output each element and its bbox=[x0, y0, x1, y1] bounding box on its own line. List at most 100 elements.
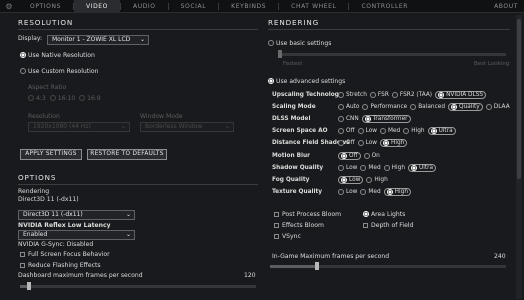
rendering-select[interactable]: Direct3D 11 (-dx11) ⌄ bbox=[18, 210, 135, 220]
radio-icon bbox=[338, 104, 344, 111]
radio-selected-icon bbox=[341, 176, 347, 183]
rendering-current: Direct3D 11 (-dx11) bbox=[18, 196, 79, 203]
setting-option[interactable]: High bbox=[383, 187, 411, 196]
aspect-16-9: 16:9 bbox=[87, 95, 101, 102]
radio-icon bbox=[357, 128, 364, 135]
setting-option[interactable]: CNN bbox=[338, 116, 359, 123]
radio-selected-icon bbox=[341, 152, 347, 159]
setting-option[interactable]: FSR2 (TAA) bbox=[391, 92, 432, 98]
setting-option[interactable]: Med bbox=[379, 128, 400, 135]
scrollbar[interactable] bbox=[516, 15, 522, 299]
setting-row: Texture Quality Low Med High bbox=[272, 187, 414, 196]
chevron-down-icon: ⌄ bbox=[224, 123, 230, 130]
setting-option[interactable]: Med bbox=[360, 188, 381, 195]
radio-icon bbox=[485, 104, 492, 111]
setting-option[interactable]: High bbox=[379, 139, 408, 148]
option-label: Ultra bbox=[419, 164, 434, 171]
ingame-fps-value: 240 bbox=[494, 253, 506, 260]
radio-icon bbox=[79, 95, 86, 101]
setting-option[interactable]: Auto bbox=[338, 104, 359, 111]
depth-of-field-checkbox[interactable]: Depth of Field bbox=[363, 222, 413, 229]
display-select[interactable]: Monitor 1 - ZOWIE XL LCD ⌄ bbox=[47, 35, 149, 45]
tab-about[interactable]: ABOUT bbox=[488, 0, 524, 13]
setting-option[interactable]: High bbox=[383, 164, 405, 171]
setting-option[interactable]: FSR bbox=[369, 92, 389, 98]
tab-chat-wheel[interactable]: CHAT WHEEL bbox=[279, 0, 348, 13]
setting-option[interactable]: Low bbox=[357, 128, 377, 135]
effects-bloom-checkbox[interactable]: Effects Bloom bbox=[274, 222, 324, 229]
setting-option[interactable]: Ultra bbox=[408, 163, 437, 172]
setting-option[interactable]: Quality bbox=[448, 103, 483, 112]
dashboard-fps-label: Dashboard maximum frames per second bbox=[18, 272, 143, 279]
setting-option[interactable]: DLAA bbox=[485, 104, 510, 111]
tab-controller[interactable]: CONTROLLER bbox=[349, 0, 420, 13]
ingame-fps-label: In-Game Maximum frames per second bbox=[272, 253, 390, 260]
option-label: Performance bbox=[370, 104, 408, 111]
full-screen-focus-checkbox[interactable]: Full Screen Focus Behavior bbox=[20, 251, 110, 258]
radio-icon bbox=[28, 95, 34, 101]
area-lights-checkbox[interactable]: Area Lights bbox=[363, 211, 405, 218]
setting-option[interactable]: Low bbox=[338, 175, 364, 184]
radio-icon bbox=[410, 104, 417, 111]
slider-thumb[interactable] bbox=[27, 282, 31, 290]
setting-option[interactable]: On bbox=[363, 152, 380, 159]
option-label: Balanced bbox=[418, 104, 446, 111]
tab-social[interactable]: SOCIAL bbox=[169, 0, 219, 13]
setting-option[interactable]: Low bbox=[338, 188, 357, 195]
setting-option[interactable]: Off bbox=[338, 151, 361, 160]
dashboard-fps-slider[interactable] bbox=[20, 282, 256, 290]
ingame-fps-slider[interactable] bbox=[270, 262, 506, 270]
setting-name: Upscaling Technology bbox=[272, 92, 343, 98]
setting-name: DLSS Model bbox=[272, 116, 311, 123]
setting-option[interactable]: Off bbox=[338, 140, 355, 147]
aspect-16-10: 16:10 bbox=[57, 95, 76, 102]
resolution-select: 1920x1080 (44 Hz) ⌄ bbox=[28, 122, 130, 132]
setting-option[interactable]: NVIDIA DLSS bbox=[435, 91, 487, 99]
setting-option[interactable]: Med bbox=[360, 164, 381, 171]
tab-video[interactable]: VIDEO bbox=[74, 0, 121, 13]
setting-row: Shadow Quality Low Med High Ultra bbox=[272, 163, 439, 172]
setting-option[interactable]: High bbox=[366, 176, 388, 183]
option-label: NVIDIA DLSS bbox=[446, 92, 484, 98]
option-label: Low bbox=[365, 140, 377, 147]
vsync-checkbox[interactable]: VSync bbox=[274, 233, 301, 240]
slider-thumb[interactable] bbox=[315, 262, 319, 270]
tab-options[interactable]: OPTIONS bbox=[18, 0, 73, 13]
use-basic-settings-option[interactable]: Use basic settings bbox=[268, 40, 331, 47]
reflex-select[interactable]: Enabled ⌄ bbox=[18, 230, 135, 240]
use-custom-resolution-option[interactable]: Use Custom Resolution bbox=[20, 68, 98, 75]
option-label: Med bbox=[368, 164, 381, 171]
post-process-bloom-checkbox[interactable]: Post Process Bloom bbox=[274, 211, 341, 218]
setting-option[interactable]: Off bbox=[338, 128, 355, 135]
setting-option[interactable]: Transformer bbox=[361, 115, 411, 124]
apply-settings-button[interactable]: APPLY SETTINGS bbox=[20, 149, 82, 160]
radio-icon bbox=[338, 128, 344, 135]
checked-icon bbox=[363, 211, 369, 217]
setting-option[interactable]: Low bbox=[338, 164, 357, 171]
tab-audio[interactable]: AUDIO bbox=[121, 0, 168, 13]
radio-icon bbox=[383, 164, 390, 171]
divider bbox=[268, 29, 510, 30]
gear-icon[interactable]: ⚙ bbox=[0, 2, 18, 11]
chevron-down-icon: ⌄ bbox=[125, 211, 131, 218]
aspect-ratio-label: Aspect Ratio bbox=[28, 84, 67, 91]
setting-option[interactable]: Balanced bbox=[410, 104, 446, 111]
chevron-down-icon: ⌄ bbox=[120, 123, 126, 130]
option-label: FSR bbox=[377, 92, 389, 98]
use-native-resolution-option[interactable]: Use Native Resolution bbox=[20, 52, 95, 59]
setting-option[interactable]: Performance bbox=[362, 104, 408, 111]
restore-defaults-button[interactable]: RESTORE TO DEFAULTS bbox=[87, 149, 167, 160]
tab-keybinds[interactable]: KEYBINDS bbox=[219, 0, 278, 13]
setting-option[interactable]: Ultra bbox=[427, 127, 456, 136]
option-label: High bbox=[374, 176, 388, 183]
use-advanced-settings-option[interactable]: Use advanced settings bbox=[268, 78, 345, 85]
setting-option[interactable]: Stretch bbox=[338, 92, 367, 98]
scrollbar-thumb[interactable] bbox=[517, 19, 521, 179]
setting-row: Scaling Mode Auto Performance Balanced Quali… bbox=[272, 103, 513, 112]
reduce-flashing-checkbox[interactable]: Reduce Flashing Effects bbox=[20, 262, 101, 269]
radio-icon bbox=[366, 176, 373, 183]
radio-selected-icon bbox=[430, 128, 437, 135]
option-label: DLAA bbox=[493, 104, 510, 111]
setting-option[interactable]: High bbox=[403, 128, 425, 135]
setting-option[interactable]: Low bbox=[357, 140, 377, 147]
